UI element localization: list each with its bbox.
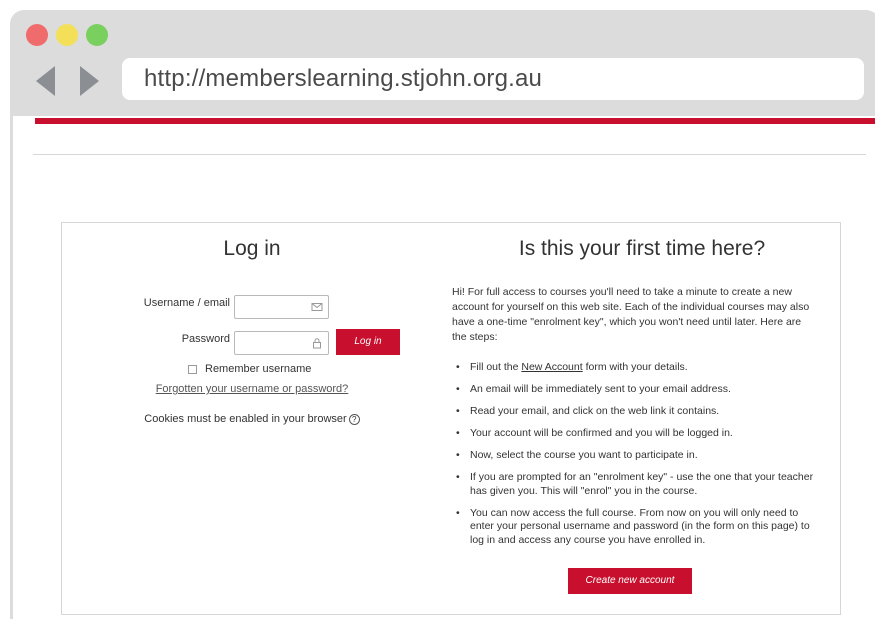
list-item: Your account will be confirmed and you w… bbox=[452, 427, 818, 441]
close-window-button[interactable] bbox=[26, 24, 48, 46]
header-accent-bar bbox=[35, 118, 875, 124]
remember-username-label: Remember username bbox=[205, 363, 312, 375]
login-section: Log in Username / email Password Log in … bbox=[62, 223, 442, 614]
browser-chrome: http://memberslearning.stjohn.org.au bbox=[10, 10, 875, 116]
remember-username: Remember username bbox=[188, 363, 311, 375]
cookies-text: Cookies must be enabled in your browser bbox=[144, 413, 347, 425]
maximize-window-button[interactable] bbox=[86, 24, 108, 46]
envelope-icon bbox=[311, 303, 323, 311]
help-icon[interactable]: ? bbox=[348, 413, 360, 425]
password-input[interactable] bbox=[234, 331, 329, 355]
username-label: Username / email bbox=[143, 297, 230, 309]
lock-icon bbox=[313, 338, 321, 349]
signup-section: Is this your first time here? Hi! For fu… bbox=[452, 223, 832, 614]
address-bar[interactable]: http://memberslearning.stjohn.org.au bbox=[122, 58, 864, 100]
back-arrow-icon[interactable] bbox=[36, 66, 55, 96]
signup-steps: Fill out the New Account form with your … bbox=[452, 361, 818, 556]
list-item: You can now access the full course. From… bbox=[452, 507, 818, 548]
forward-arrow-icon[interactable] bbox=[80, 66, 99, 96]
login-panel: Log in Username / email Password Log in … bbox=[61, 222, 841, 615]
minimize-window-button[interactable] bbox=[56, 24, 78, 46]
list-item: An email will be immediately sent to you… bbox=[452, 383, 818, 397]
list-item: Read your email, and click on the web li… bbox=[452, 405, 818, 419]
list-item: Fill out the New Account form with your … bbox=[452, 361, 818, 375]
signup-heading: Is this your first time here? bbox=[518, 237, 766, 260]
login-button[interactable]: Log in bbox=[336, 329, 400, 355]
username-input[interactable] bbox=[234, 295, 329, 319]
forgot-password-link[interactable]: Forgotten your username or password? bbox=[62, 383, 442, 395]
password-label: Password bbox=[181, 333, 230, 345]
remember-username-checkbox[interactable] bbox=[188, 364, 197, 374]
login-heading: Log in bbox=[223, 237, 281, 260]
new-account-link[interactable]: New Account bbox=[521, 361, 582, 373]
page-content: Log in Username / email Password Log in … bbox=[10, 116, 875, 619]
header-divider bbox=[33, 154, 866, 155]
create-account-button[interactable]: Create new account bbox=[568, 568, 692, 594]
cookies-notice: Cookies must be enabled in your browser? bbox=[62, 413, 442, 425]
list-item: Now, select the course you want to parti… bbox=[452, 449, 818, 463]
signup-intro: Hi! For full access to courses you'll ne… bbox=[452, 286, 810, 343]
list-item: If you are prompted for an "enrolment ke… bbox=[452, 471, 818, 498]
